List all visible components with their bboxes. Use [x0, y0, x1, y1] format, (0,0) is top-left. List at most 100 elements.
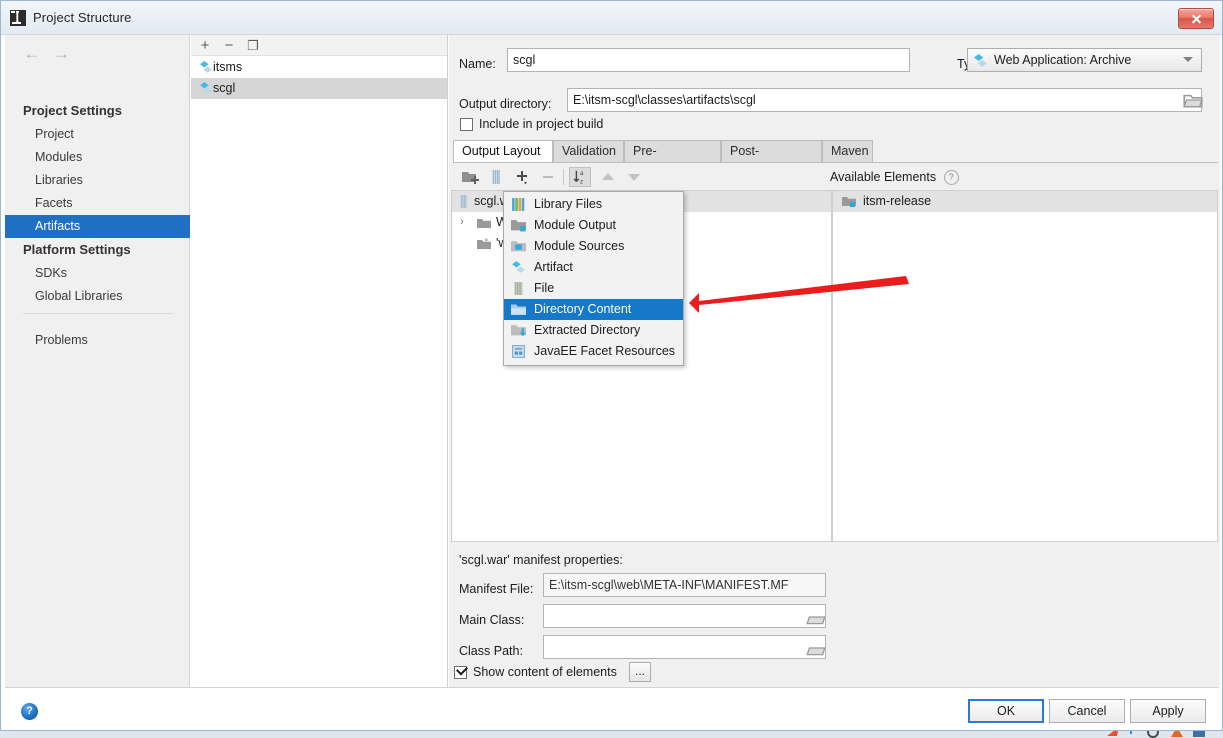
include-in-build-checkbox[interactable]: [460, 118, 473, 131]
check-icon: [455, 663, 469, 676]
available-elements-header: Available Elements ?: [830, 170, 959, 185]
sidebar-item-global-libraries[interactable]: Global Libraries: [5, 285, 190, 308]
sidebar-item-facets[interactable]: Facets: [5, 192, 190, 215]
menu-item-label: JavaEE Facet Resources: [534, 344, 676, 358]
artifact-icon: [200, 82, 212, 94]
tree-row-label: itsm-release: [863, 194, 932, 208]
plus-dropdown-icon[interactable]: [511, 167, 533, 187]
class-path-input[interactable]: [543, 635, 826, 659]
available-elements-tree[interactable]: itsm-release: [832, 190, 1218, 542]
output-directory-input[interactable]: [567, 88, 1202, 112]
tab-output-layout[interactable]: Output Layout: [453, 140, 553, 162]
toolbar-separator: [563, 169, 564, 185]
name-input[interactable]: [507, 48, 910, 72]
arrow-up-icon: [602, 173, 614, 180]
title-bar: Project Structure: [1, 1, 1222, 35]
tab-underline: [453, 162, 1218, 163]
editor-tabs: Output Layout Validation Pre-processing …: [453, 140, 1218, 179]
browse-folder-icon[interactable]: [805, 637, 827, 659]
menu-item-label: File: [534, 281, 555, 295]
sidebar-item-modules[interactable]: Modules: [5, 146, 190, 169]
menu-item-extracted-directory[interactable]: Extracted Directory: [504, 320, 683, 341]
menu-item-artifact[interactable]: Artifact: [504, 257, 683, 278]
list-item-label: itsms: [213, 60, 243, 74]
forward-arrow-icon[interactable]: →: [48, 43, 74, 65]
screen: Project Structure ← → Project Settings P…: [0, 0, 1223, 738]
main-class-input[interactable]: [543, 604, 826, 628]
artifact-icon: [974, 54, 987, 67]
menu-item-label: Artifact: [534, 260, 573, 274]
chevron-right-icon[interactable]: ›: [456, 212, 468, 233]
copy-artifact-button[interactable]: ❐: [243, 37, 263, 55]
sidebar-item-artifacts[interactable]: Artifacts: [5, 215, 190, 238]
tab-validation[interactable]: Validation: [553, 140, 624, 162]
tab-pre-processing[interactable]: Pre-processing: [624, 140, 721, 179]
menu-item-directory-content[interactable]: Directory Content: [504, 299, 683, 320]
javaee-facet-icon: [512, 345, 525, 358]
ok-button[interactable]: OK: [968, 699, 1044, 723]
folder-add-icon[interactable]: [459, 167, 481, 187]
class-path-label: Class Path:: [459, 644, 523, 658]
sidebar-item-libraries[interactable]: Libraries: [5, 169, 190, 192]
footer-divider: [5, 687, 1219, 688]
intellij-idea-icon: [10, 10, 26, 26]
menu-item-module-sources[interactable]: Module Sources: [504, 236, 683, 257]
menu-item-label: Extracted Directory: [534, 323, 641, 337]
include-in-build-label: Include in project build: [479, 117, 604, 131]
desktop-strip: [0, 731, 1223, 738]
chevron-down-icon: [1183, 57, 1193, 62]
close-icon[interactable]: [1178, 8, 1214, 29]
svg-text:z: z: [580, 178, 583, 185]
extracted-dir-icon: [511, 325, 526, 337]
back-arrow-icon[interactable]: ←: [19, 43, 45, 65]
module-sources-icon: [511, 241, 526, 252]
minus-icon: [543, 176, 553, 178]
module-output-icon: [842, 197, 856, 207]
menu-item-file[interactable]: File: [504, 278, 683, 299]
menu-item-library-files[interactable]: Library Files: [504, 194, 683, 215]
list-item-scgl[interactable]: scgl: [191, 78, 447, 99]
module-output-icon: [511, 220, 526, 232]
tab-maven[interactable]: Maven: [822, 140, 873, 162]
cancel-button[interactable]: Cancel: [1049, 699, 1125, 723]
archive-icon: [460, 195, 467, 208]
add-artifact-button[interactable]: +: [195, 37, 215, 55]
sidebar-item-project[interactable]: Project: [5, 123, 190, 146]
list-item-itsms[interactable]: itsms: [191, 57, 447, 78]
ellipsis-button[interactable]: ...: [629, 662, 651, 682]
library-files-icon: [512, 198, 525, 211]
menu-item-module-output[interactable]: Module Output: [504, 215, 683, 236]
artifact-icon: [512, 261, 525, 273]
sidebar-item-problems[interactable]: Problems: [5, 329, 190, 352]
menu-item-javaee-facet-resources[interactable]: JavaEE Facet Resources: [504, 341, 683, 362]
sidebar: ← → Project Settings Project Modules Lib…: [5, 35, 190, 687]
show-content-label: Show content of elements: [473, 665, 617, 679]
show-content-checkbox[interactable]: [454, 663, 469, 679]
main-class-label: Main Class:: [459, 613, 525, 627]
artifact-list-panel: + − ❐ itsms scgl: [191, 35, 448, 687]
manifest-file-label: Manifest File:: [459, 582, 534, 596]
list-item-label: scgl: [213, 81, 236, 95]
sort-az-icon[interactable]: a z: [569, 167, 591, 187]
folder-link-icon: [477, 238, 491, 249]
remove-artifact-button[interactable]: −: [219, 37, 239, 55]
artifact-icon: [200, 61, 212, 73]
browse-folder-icon[interactable]: [1182, 89, 1204, 111]
nav-arrows: ← →: [19, 43, 74, 65]
browse-folder-icon[interactable]: [805, 606, 827, 628]
help-icon[interactable]: ?: [21, 703, 38, 720]
sidebar-group-project-settings: Project Settings: [23, 103, 122, 118]
tab-post-processing[interactable]: Post-processing: [721, 140, 822, 179]
manifest-title: 'scgl.war' manifest properties:: [459, 553, 623, 567]
apply-button[interactable]: Apply: [1130, 699, 1206, 723]
type-combobox[interactable]: Web Application: Archive: [967, 48, 1202, 72]
archive-icon[interactable]: [485, 167, 507, 187]
menu-item-label: Library Files: [534, 197, 603, 211]
sidebar-item-sdks[interactable]: SDKs: [5, 262, 190, 285]
manifest-file-input[interactable]: [543, 573, 826, 597]
help-icon[interactable]: ?: [943, 170, 959, 185]
add-element-popup-menu[interactable]: Library Files Module Output Module Sourc…: [503, 191, 684, 366]
manifest-properties-panel: 'scgl.war' manifest properties: Manifest…: [451, 547, 833, 672]
tree-row[interactable]: itsm-release: [833, 191, 1217, 212]
type-value: Web Application: Archive: [994, 53, 1132, 67]
